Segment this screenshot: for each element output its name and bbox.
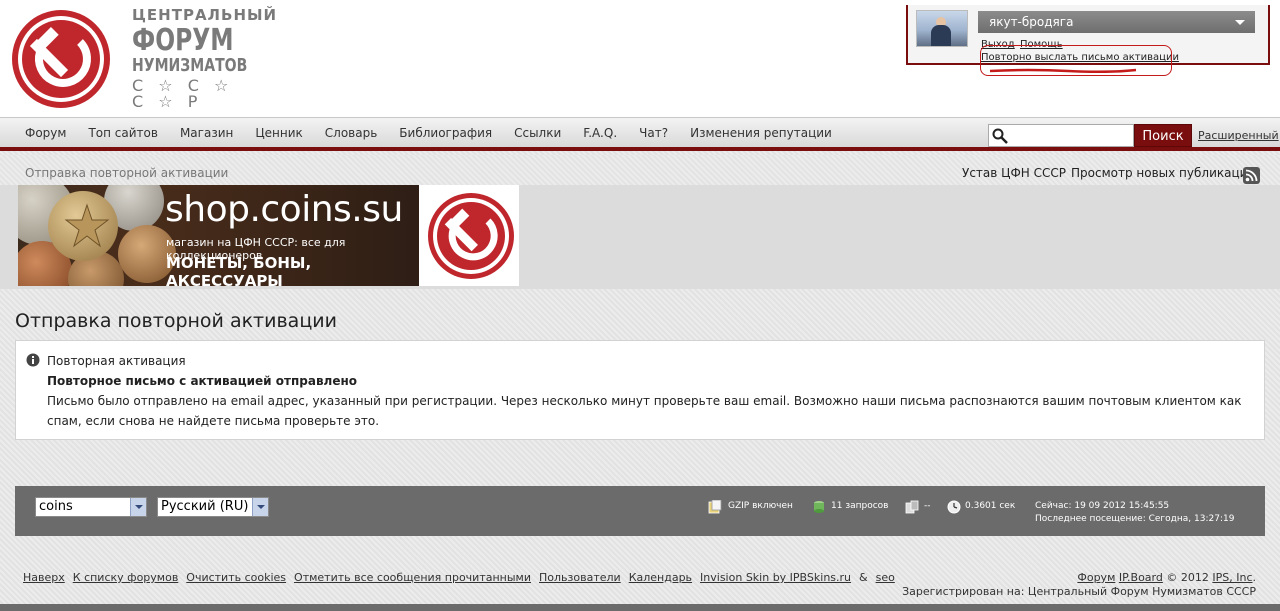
page-title: Отправка повторной активации	[15, 310, 337, 332]
chevron-down-icon	[1235, 20, 1245, 25]
message-heading: Повторная активация	[47, 354, 186, 368]
breadcrumb-bar: Отправка повторной активации Устав ЦФН С…	[0, 155, 1280, 185]
search-box	[988, 124, 1134, 147]
nav-item-top-sites[interactable]: Топ сайтов	[77, 118, 169, 148]
search-input[interactable]	[1011, 127, 1129, 144]
nav-item-faq[interactable]: F.A.Q.	[572, 118, 628, 148]
nav-item-shop[interactable]: Магазин	[169, 118, 244, 148]
last-visit: Последнее посещение: Сегодна, 13:27:19	[1035, 514, 1235, 524]
nav-menu: Форум Топ сайтов Магазин Ценник Словарь …	[14, 118, 843, 148]
avatar[interactable]	[916, 10, 968, 47]
logo-line-3: НУМИЗМАТОВ	[132, 55, 248, 76]
chevron-down-icon	[252, 498, 268, 516]
language-select-value: Русский (RU)	[161, 499, 249, 514]
nav-item-chat[interactable]: Чат?	[628, 118, 679, 148]
execution-time: 0.3601 сек	[965, 501, 1016, 511]
gzip-status: GZIP включен	[728, 501, 793, 511]
advanced-search-link[interactable]: Расширенный	[1198, 129, 1279, 142]
logo-line-4: С ☆ С ☆ С ☆ Р	[132, 76, 234, 111]
charter-link[interactable]: Устав ЦФН СССР	[962, 166, 1066, 180]
logo-line-2: ФОРУМ	[132, 23, 234, 58]
copyright-year: © 2012	[1166, 571, 1209, 584]
database-icon	[814, 501, 824, 513]
header: ЦЕНТРАЛЬНЫЙ ФОРУМ НУМИЗМАТОВ С ☆ С ☆ С ☆…	[0, 0, 1280, 117]
footer-link-calendar[interactable]: Календарь	[629, 571, 692, 584]
user-panel: якут-бродяга Выход Помощь Повторно высла…	[906, 5, 1270, 76]
footer-link-seo[interactable]: seo	[876, 571, 895, 584]
clock-icon	[947, 500, 961, 514]
registered-notice: Зарегистрирован на: Центральный Форум Ну…	[902, 585, 1256, 598]
new-posts-link[interactable]: Просмотр новых публикаций	[1071, 166, 1255, 180]
skin-select-value: coins	[39, 499, 73, 514]
rss-icon[interactable]	[1243, 167, 1260, 184]
footer-ampersand: &	[859, 571, 868, 584]
footer-link-forum-list[interactable]: К списку форумов	[73, 571, 179, 584]
stats-bar: coins Русский (RU) GZIP включен 11 запро…	[15, 486, 1265, 536]
ipboard-link[interactable]: IP.Board	[1119, 571, 1163, 584]
server-load: --	[924, 501, 931, 511]
message-body: Письмо было отправлено на email адрес, у…	[47, 394, 1242, 428]
nav-item-bibliography[interactable]: Библиография	[388, 118, 503, 148]
star-icon	[64, 203, 110, 248]
server-icon	[905, 500, 919, 514]
breadcrumb: Отправка повторной активации	[25, 166, 229, 180]
nav-item-forum[interactable]: Форум	[14, 118, 77, 148]
current-time: Сейчас: 19 09 2012 15:45:55	[1035, 501, 1170, 511]
powered-forum-link[interactable]: Форум	[1077, 571, 1115, 584]
ips-link[interactable]: IPS, Inc	[1212, 571, 1252, 584]
banner-products: МОНЕТЫ, БОНЫ, АКСЕССУАРЫ	[166, 254, 312, 286]
gzip-icon	[708, 500, 722, 514]
nav-item-price-list[interactable]: Ценник	[244, 118, 313, 148]
banner-title: shop.coins.su	[165, 189, 403, 230]
skin-select[interactable]: coins	[35, 497, 147, 517]
query-count: 11 запросов	[831, 501, 889, 511]
username: якут-бродяга	[989, 15, 1074, 29]
footer-link-skin-credit[interactable]: Invision Skin by IPBSkins.ru	[700, 571, 851, 584]
footer-link-top[interactable]: Наверх	[23, 571, 65, 584]
nav-item-links[interactable]: Ссылки	[503, 118, 572, 148]
footer-link-members[interactable]: Пользователи	[539, 571, 621, 584]
search-icon	[992, 128, 1008, 144]
nav-item-reputation-changes[interactable]: Изменения репутации	[679, 118, 843, 148]
footer-link-mark-all-read[interactable]: Отметить все сообщения прочитанными	[294, 571, 531, 584]
user-menu-dropdown[interactable]: якут-бродяга	[978, 11, 1255, 33]
info-icon	[26, 353, 40, 367]
search-button[interactable]: Поиск	[1134, 124, 1192, 147]
powered-by: Форум IP.Board © 2012 IPS, Inc.	[1077, 571, 1256, 584]
hammer-sickle-logo-icon[interactable]	[10, 8, 112, 110]
bottom-band	[0, 604, 1280, 611]
chevron-down-icon	[130, 498, 146, 516]
main-navigation: Форум Топ сайтов Магазин Ценник Словарь …	[0, 117, 1280, 151]
footer-links: Наверх К списку форумов Очистить cookies…	[23, 571, 903, 584]
nav-item-dictionary[interactable]: Словарь	[314, 118, 389, 148]
shop-banner[interactable]: shop.coins.su магазин на ЦФН СССР: все д…	[18, 185, 419, 286]
logo-line-1: ЦЕНТРАЛЬНЫЙ	[132, 6, 278, 24]
footer-link-clear-cookies[interactable]: Очистить cookies	[186, 571, 286, 584]
annotation-underline	[989, 68, 1137, 73]
message-title: Повторное письмо с активацией отправлено	[47, 374, 358, 388]
language-select[interactable]: Русский (RU)	[157, 497, 269, 517]
avatar-body	[931, 25, 951, 46]
logo-text[interactable]: ЦЕНТРАЛЬНЫЙ ФОРУМ НУМИЗМАТОВ С ☆ С ☆ С ☆…	[132, 6, 278, 111]
message-box: Повторная активация Повторное письмо с а…	[15, 340, 1265, 440]
hammer-sickle-banner-icon[interactable]	[419, 185, 519, 286]
